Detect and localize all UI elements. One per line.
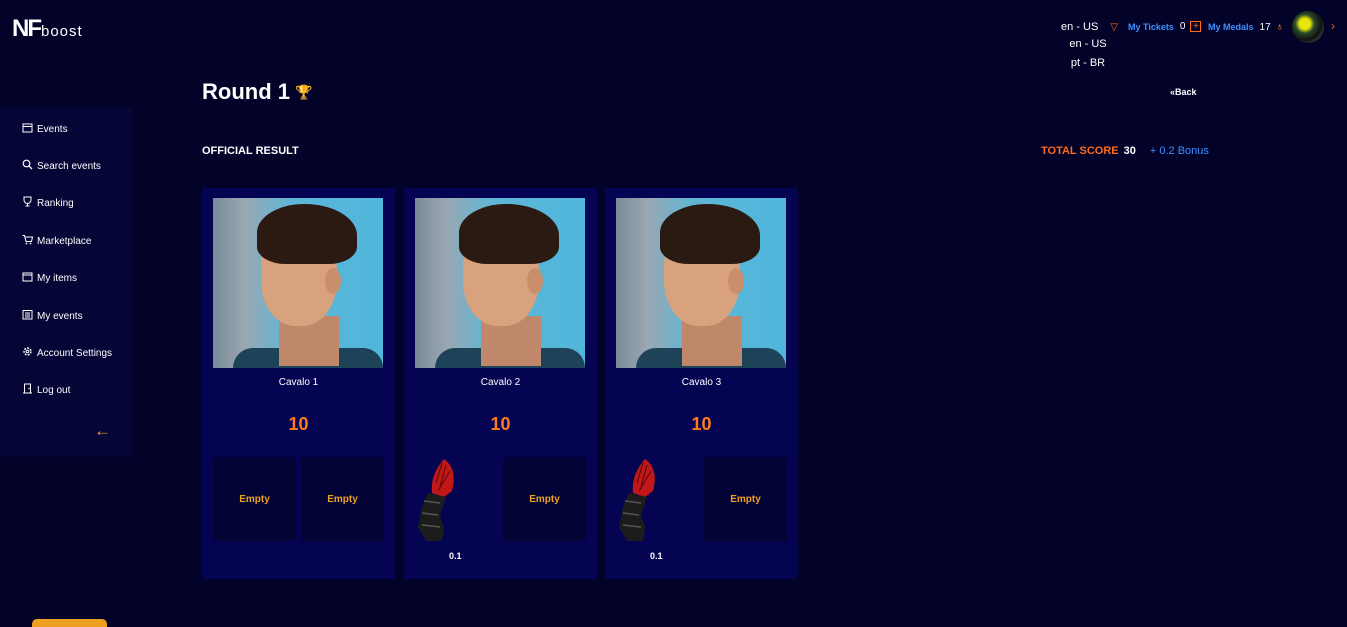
language-selector[interactable]: en - US ▽ xyxy=(1061,21,1118,33)
card-score: 10 xyxy=(691,414,712,434)
item-value: 0.1 xyxy=(449,551,462,561)
back-button[interactable]: «Back xyxy=(1170,87,1197,97)
empty-slot[interactable]: Empty xyxy=(213,457,296,541)
chevron-down-icon: ▽ xyxy=(1110,21,1118,33)
language-option-en-us[interactable]: en - US xyxy=(1063,36,1113,55)
sidebar-item-my-items[interactable]: My items xyxy=(21,271,77,285)
language-current: en - US xyxy=(1061,21,1099,33)
page-title: Round 1 🏆 xyxy=(202,79,312,105)
card-score: 10 xyxy=(288,414,309,434)
horse-card[interactable]: Cavalo 3 10 0.1 Empty xyxy=(605,188,798,579)
total-score: TOTAL SCORE 30 + 0.2 Bonus xyxy=(1041,145,1209,157)
card-name: Cavalo 3 xyxy=(681,377,722,388)
total-score-label: TOTAL SCORE xyxy=(1041,145,1119,157)
language-option-pt-br[interactable]: pt - BR xyxy=(1063,55,1113,74)
medals-label: My Medals xyxy=(1208,22,1254,32)
card-name: Cavalo 2 xyxy=(480,377,521,388)
list-icon xyxy=(21,309,33,323)
gear-icon xyxy=(21,346,33,360)
card-name: Cavalo 1 xyxy=(278,377,319,388)
item-value: 0.1 xyxy=(650,551,663,561)
sidebar-item-label: Account Settings xyxy=(37,347,113,359)
sidebar-item-label: Log out xyxy=(37,384,71,396)
sidebar: Events Search events Ranking Marketplace… xyxy=(0,108,132,457)
sidebar-item-events[interactable]: Events xyxy=(21,122,68,136)
sidebar-item-label: My events xyxy=(37,310,83,322)
back-label: Back xyxy=(1175,87,1197,97)
sidebar-item-label: Search events xyxy=(37,160,101,172)
empty-slot[interactable]: Empty xyxy=(704,457,787,541)
sidebar-item-my-events[interactable]: My events xyxy=(21,309,83,323)
trophy-icon: 🏆 xyxy=(295,83,313,100)
horse-photo xyxy=(213,198,383,368)
chevron-right-icon[interactable]: › xyxy=(1331,19,1335,33)
total-score-value: 30 xyxy=(1123,145,1136,157)
empty-slot[interactable]: Empty xyxy=(503,457,586,541)
knife-item-icon[interactable] xyxy=(414,457,462,543)
logo-boost: boost xyxy=(41,23,83,40)
sidebar-item-label: Events xyxy=(37,123,68,135)
sidebar-item-search-events[interactable]: Search events xyxy=(21,159,101,173)
trophy-icon xyxy=(21,196,33,210)
horse-photo xyxy=(616,198,786,368)
sidebar-item-account-settings[interactable]: Account Settings xyxy=(21,346,112,360)
my-tickets[interactable]: My Tickets 0 + xyxy=(1128,21,1202,32)
cart-icon xyxy=(21,234,33,248)
page-title-text: Round 1 xyxy=(202,79,290,104)
search-icon xyxy=(21,159,33,173)
sidebar-item-log-out[interactable]: Log out xyxy=(21,383,70,397)
medal-icon: ♁ xyxy=(1275,21,1284,33)
logo-nf: NF xyxy=(12,15,42,42)
medals-count: 17 xyxy=(1259,21,1271,33)
horse-photo xyxy=(415,198,585,368)
horse-card[interactable]: Cavalo 1 10 Empty Empty xyxy=(202,188,395,579)
card-score: 10 xyxy=(490,414,511,434)
bonus-text: + 0.2 Bonus xyxy=(1149,145,1209,157)
calendar-icon xyxy=(21,122,33,136)
tickets-label: My Tickets xyxy=(1128,21,1174,32)
sidebar-item-marketplace[interactable]: Marketplace xyxy=(21,234,91,248)
door-icon xyxy=(21,383,33,397)
horse-card[interactable]: Cavalo 2 10 0.1 Empty xyxy=(404,188,597,579)
add-ticket-icon[interactable]: + xyxy=(1190,21,1202,32)
empty-slot[interactable]: Empty xyxy=(301,457,384,541)
sidebar-item-label: Marketplace xyxy=(37,235,92,247)
box-icon xyxy=(21,271,33,285)
sidebar-item-label: My items xyxy=(37,272,77,284)
bottom-tab[interactable] xyxy=(32,619,107,627)
sidebar-item-label: Ranking xyxy=(37,197,74,209)
collapse-sidebar-arrow-icon[interactable]: ← xyxy=(94,421,111,441)
nfboost-logo[interactable]: NF boost xyxy=(12,15,83,42)
tickets-count: 0 xyxy=(1179,21,1186,32)
knife-item-icon[interactable] xyxy=(615,457,663,543)
official-result-heading: OFFICIAL RESULT xyxy=(202,145,299,157)
language-menu: en - US pt - BR xyxy=(1063,36,1113,74)
avatar[interactable] xyxy=(1292,11,1324,43)
my-medals[interactable]: My Medals 17 ♁ xyxy=(1208,21,1284,33)
sidebar-item-ranking[interactable]: Ranking xyxy=(21,196,74,210)
